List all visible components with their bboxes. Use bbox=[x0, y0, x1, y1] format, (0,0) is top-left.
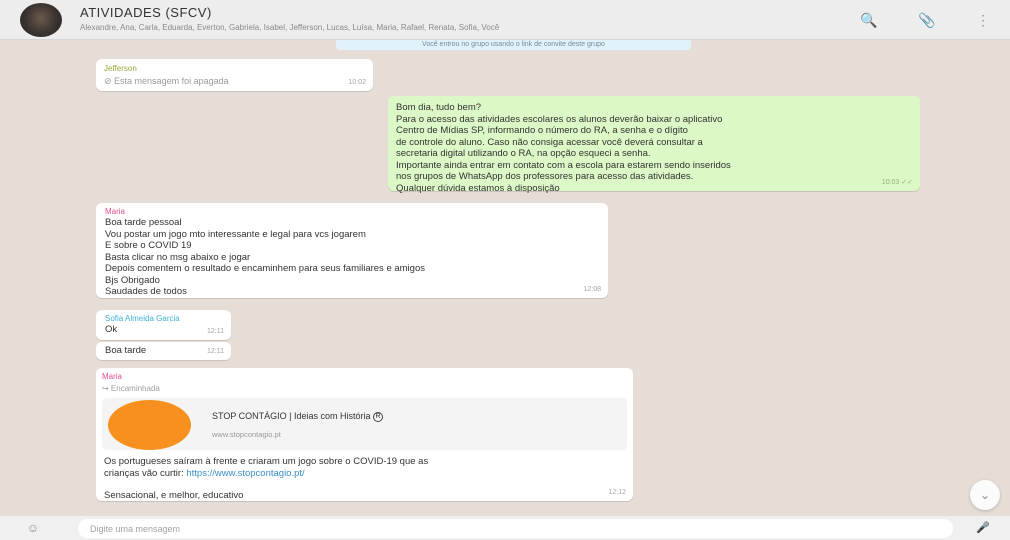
message-sender[interactable]: Jefferson bbox=[104, 64, 365, 74]
message-line: secretaria digital utilizando o RA, na o… bbox=[396, 148, 651, 159]
search-icon[interactable]: 🔍 bbox=[858, 10, 880, 30]
message-line: E sobre o COVID 19 bbox=[105, 240, 192, 251]
attach-icon[interactable]: 📎 bbox=[916, 10, 938, 30]
message-text: Boa tarde bbox=[105, 345, 147, 356]
message-line: Bjs Obrigado bbox=[105, 274, 160, 286]
message-sender[interactable]: Maria bbox=[105, 207, 599, 217]
message-input[interactable] bbox=[78, 519, 953, 538]
message-line: Para o acesso das atividades escolares o… bbox=[396, 113, 723, 125]
link-preview-title-text: STOP CONTÁGIO | Ideias com História bbox=[212, 411, 371, 421]
compose-bar: ☺ 🎤 bbox=[0, 516, 1010, 540]
message-line-text: crianças vão curtir: bbox=[104, 467, 187, 479]
message-line: de controle do aluno. Caso não consiga a… bbox=[396, 136, 703, 148]
message-bubble[interactable]: Maria Boa tarde pessoal Vou postar um jo… bbox=[96, 203, 608, 298]
message-line: Basta clicar no msg abaixo e jogar bbox=[105, 251, 251, 263]
system-message: Você entrou no grupo usando o link de co… bbox=[336, 40, 691, 50]
link-preview-thumbnail[interactable] bbox=[108, 400, 191, 450]
forwarded-message-bubble[interactable]: Maria ↪ Encaminhada STOP CONTÁGIO | Idei… bbox=[96, 368, 633, 501]
group-members[interactable]: Alexandre, Ana, Carla, Eduarda, Everton,… bbox=[80, 23, 840, 32]
message-line: Bom dia, tudo bem? bbox=[396, 102, 482, 113]
message-time: 12:11 bbox=[207, 327, 224, 335]
message-line: Saudades de todos bbox=[105, 286, 187, 297]
message-sender[interactable]: Sofia Almeida Garcia bbox=[105, 314, 222, 324]
message-line: Sensacional, e melhor, educativo bbox=[104, 490, 244, 501]
message-time: 12:08 bbox=[583, 285, 601, 293]
message-link[interactable]: https://www.stopcontagio.pt/ bbox=[186, 468, 304, 479]
scroll-down-button[interactable]: ⌄ bbox=[970, 480, 1000, 510]
chat-header: ATIVIDADES (SFCV) Alexandre, Ana, Carla,… bbox=[0, 0, 1010, 40]
deleted-message-text: ⊘ Esta mensagem foi apagada bbox=[104, 76, 229, 86]
message-line: Boa tarde pessoal bbox=[105, 217, 182, 228]
message-time: 10:03 ✓✓ bbox=[881, 178, 913, 186]
message-line: Qualquer dúvida estamos à disposição bbox=[396, 182, 560, 194]
message-bubble[interactable]: Sofia Almeida Garcia Ok 12:11 bbox=[96, 310, 231, 340]
message-line: Depois comentem o resultado e encaminhem… bbox=[105, 263, 425, 274]
link-preview-url: www.stopcontagio.pt bbox=[212, 430, 281, 439]
message-line: Centro de Mídias SP, informando o número… bbox=[396, 125, 688, 136]
message-line: crianças vão curtir: https://www.stopcon… bbox=[104, 468, 624, 480]
message-line: Vou postar um jogo mto interessante e le… bbox=[105, 228, 366, 240]
chat-panel: Você entrou no grupo usando o link de co… bbox=[0, 40, 1010, 516]
link-preview-title[interactable]: STOP CONTÁGIO | Ideias com História R bbox=[212, 411, 384, 423]
group-avatar[interactable] bbox=[20, 3, 62, 37]
message-time: 12:11 bbox=[207, 347, 224, 355]
emoji-icon[interactable]: ☺ bbox=[24, 520, 42, 536]
message-line: nos grupos de WhatsApp dos professores p… bbox=[396, 171, 694, 182]
message-bubble[interactable]: Boa tarde 12:11 bbox=[96, 342, 231, 360]
microphone-icon[interactable]: 🎤 bbox=[975, 520, 991, 536]
link-preview[interactable]: STOP CONTÁGIO | Ideias com História R ww… bbox=[102, 398, 627, 450]
message-text: Ok bbox=[105, 324, 118, 335]
message-line: Os portugueses saíram à frente e criaram… bbox=[104, 456, 429, 467]
message-sender[interactable]: Maria bbox=[102, 372, 627, 382]
message-time: 10:02 bbox=[348, 78, 366, 86]
message-time: 12:12 bbox=[608, 488, 626, 496]
group-title[interactable]: ATIVIDADES (SFCV) bbox=[80, 5, 212, 20]
message-body: Os portugueses saíram à frente e criaram… bbox=[104, 456, 624, 502]
outgoing-message-bubble[interactable]: Bom dia, tudo bem? Para o acesso das ati… bbox=[388, 96, 920, 194]
message-line: Importante ainda entrar em contato com a… bbox=[396, 159, 731, 171]
registered-mark-icon: R bbox=[373, 411, 384, 422]
menu-icon[interactable]: ⋮ bbox=[972, 10, 994, 30]
message-bubble[interactable]: Jefferson ⊘ Esta mensagem foi apagada 10… bbox=[96, 59, 373, 91]
forwarded-label: ↪ Encaminhada bbox=[102, 384, 160, 393]
